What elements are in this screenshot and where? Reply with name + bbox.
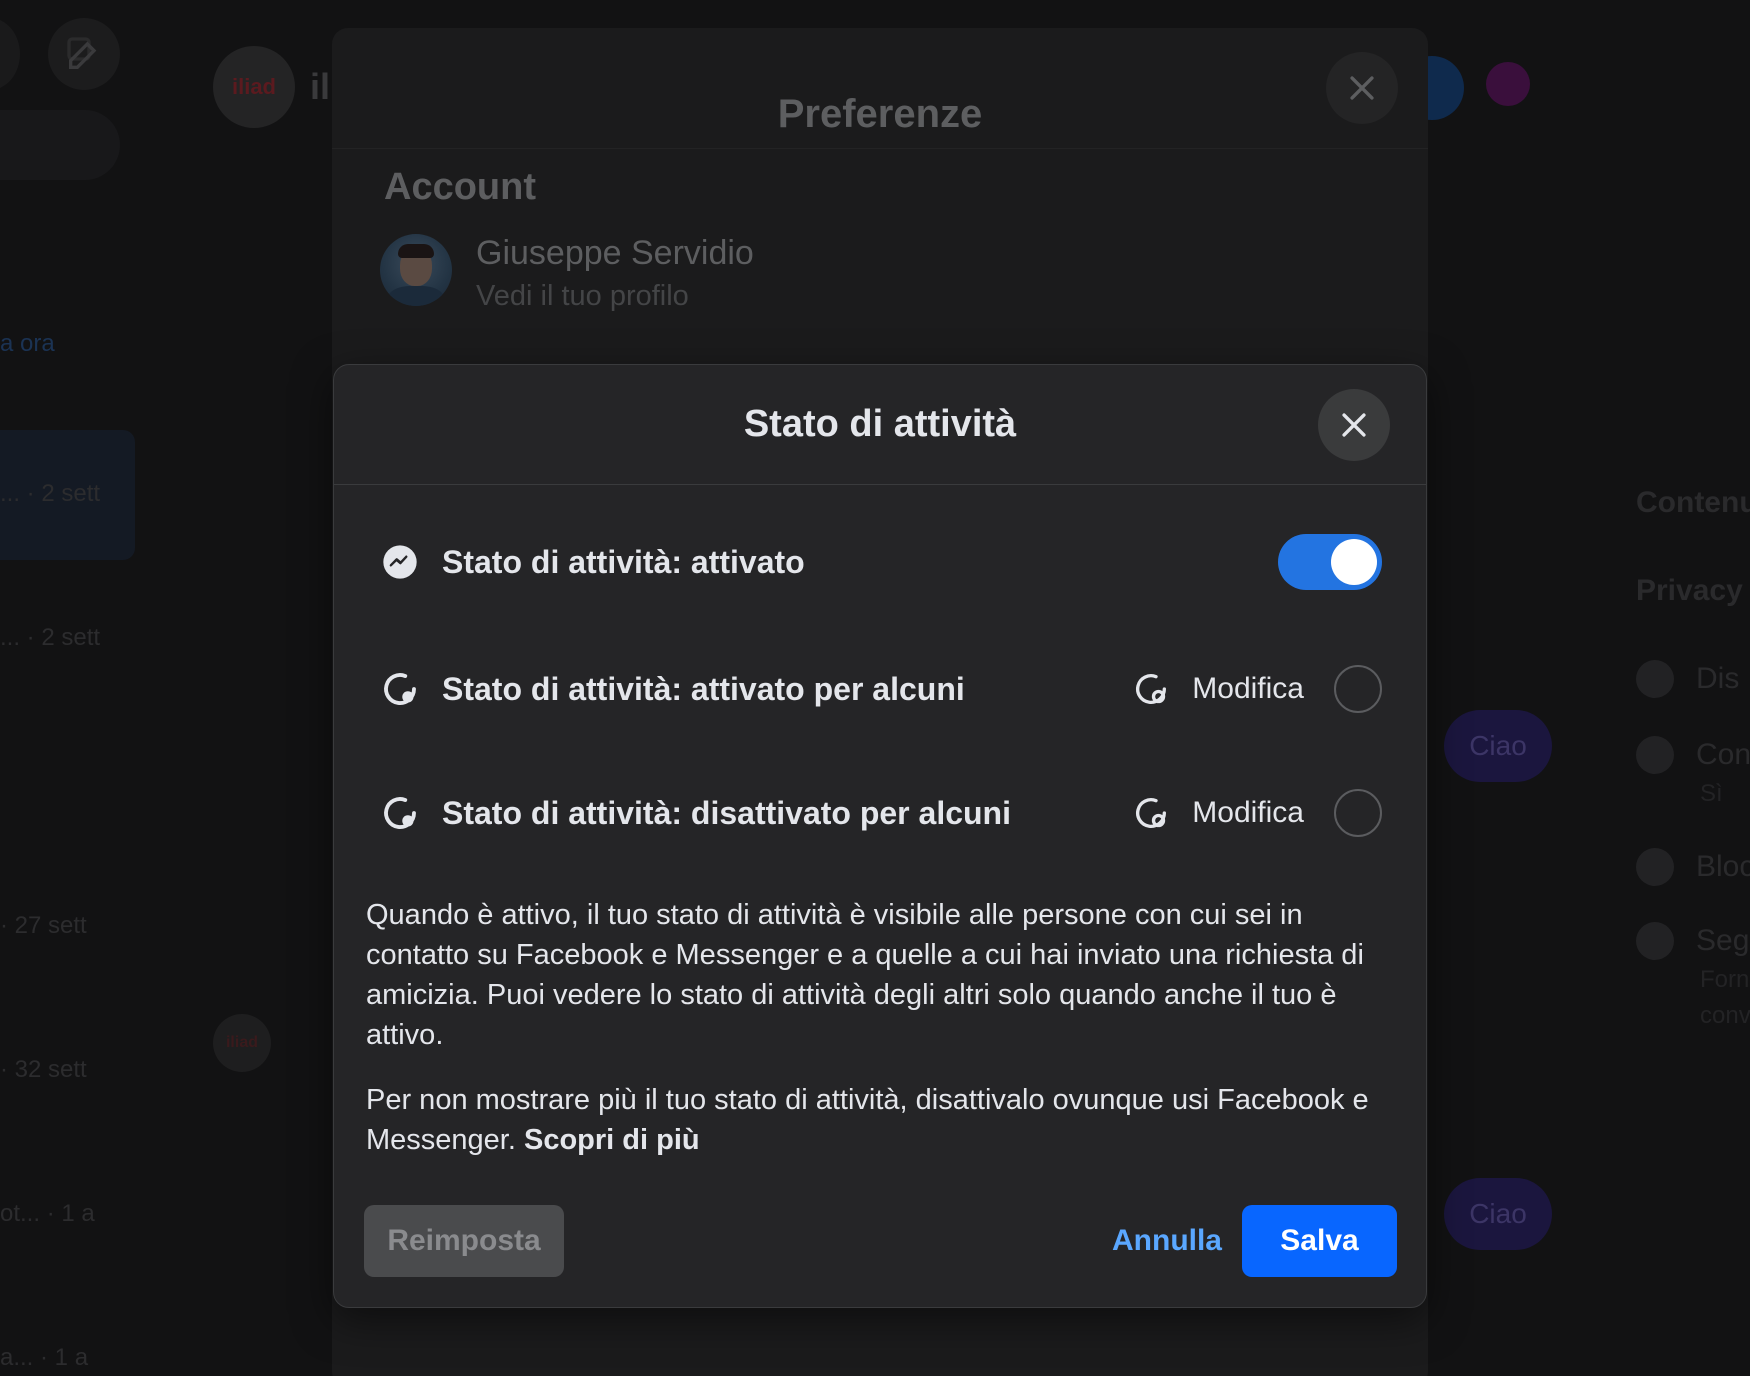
account-name: Giuseppe Servidio	[476, 234, 754, 272]
right-panel-item: Dis	[1636, 660, 1739, 698]
info-button	[1486, 62, 1530, 106]
sidebar-button	[0, 18, 20, 90]
active-status-some-off-row: Stato di attività: disattivato per alcun…	[378, 783, 1382, 843]
chat-time: ... · 2 sett	[0, 624, 101, 651]
description-text-2: Per non mostrare più il tuo stato di att…	[366, 1080, 1394, 1160]
active-status-some-on-label: Stato di attività: attivato per alcuni	[442, 670, 965, 707]
active-status-dialog: Stato di attività Stato di attività: att…	[333, 364, 1427, 1308]
active-status-edit-icon	[1130, 792, 1172, 834]
chat-time: a... · 1 a	[0, 1344, 89, 1371]
edit-button[interactable]: Modifica	[1130, 668, 1304, 710]
preferences-title: Preferenze	[777, 92, 983, 136]
chat-time: · 27 sett	[0, 912, 87, 939]
chat-time: · 32 sett	[0, 1056, 87, 1083]
right-panel-sub: conv	[1700, 1002, 1750, 1029]
active-status-icon	[378, 791, 422, 835]
close-icon	[1342, 413, 1366, 437]
learn-more-link[interactable]: Scopri di più	[524, 1124, 700, 1156]
description-text: Quando è attivo, il tuo stato di attivit…	[366, 899, 1364, 1051]
reset-button[interactable]: Reimposta	[364, 1205, 564, 1277]
active-status-some-on-radio[interactable]	[1334, 665, 1382, 713]
chat-bubble: Ciao	[1444, 710, 1552, 782]
active-status-icon	[378, 667, 422, 711]
account-section-title: Account	[384, 166, 536, 208]
dialog-close-button[interactable]	[1318, 389, 1390, 461]
iliad-avatar-small: iliad	[213, 1014, 271, 1072]
avatar	[380, 234, 452, 306]
right-panel-item: Con	[1636, 736, 1750, 774]
dialog-title: Stato di attività	[743, 403, 1017, 445]
divider	[332, 148, 1428, 149]
description-body: Per non mostrare più il tuo stato di att…	[366, 1084, 1369, 1156]
active-status-toggle[interactable]	[1278, 534, 1382, 590]
edit-label: Modifica	[1192, 672, 1304, 705]
chat-time: ... · 2 sett	[0, 480, 101, 507]
active-status-some-off-radio[interactable]	[1334, 789, 1382, 837]
save-button[interactable]: Salva	[1242, 1205, 1397, 1277]
messenger-icon	[378, 540, 422, 584]
edit-button[interactable]: Modifica	[1130, 792, 1304, 834]
right-panel-item: Seg	[1636, 922, 1749, 960]
right-panel-item: Bloc	[1636, 848, 1750, 886]
block-icon	[1636, 848, 1674, 886]
view-profile-link: Vedi il tuo profilo	[476, 280, 689, 312]
right-panel-section: Contenu	[1636, 486, 1750, 519]
toggle-knob	[1331, 539, 1377, 585]
active-status-some-off-label: Stato di attività: disattivato per alcun…	[442, 794, 1011, 831]
edit-label: Modifica	[1192, 796, 1304, 829]
dialog-header: Stato di attività	[334, 365, 1426, 485]
chat-bubble: Ciao	[1444, 1178, 1552, 1250]
compose-button	[48, 18, 120, 90]
active-status-some-on-row: Stato di attività: attivato per alcuni M…	[378, 659, 1382, 719]
preferences-close-button	[1326, 52, 1398, 124]
compose-icon	[67, 37, 97, 69]
search-field-bg	[0, 110, 120, 180]
active-status-edit-icon	[1130, 668, 1172, 710]
report-icon	[1636, 922, 1674, 960]
right-panel-sub: Forn	[1700, 966, 1750, 993]
right-panel-sub: Sì	[1700, 780, 1723, 807]
active-status-on-label: Stato di attività: attivato	[442, 543, 805, 580]
close-icon	[1350, 76, 1374, 100]
active-status-on-row: Stato di attività: attivato	[378, 532, 1382, 592]
eye-icon	[1636, 736, 1674, 774]
right-panel-section: Privacy	[1636, 574, 1743, 607]
chat-time: ot... · 1 a	[0, 1200, 95, 1227]
chat-time: a ora	[0, 330, 55, 357]
cancel-button[interactable]: Annulla	[1092, 1205, 1242, 1277]
iliad-avatar: iliad	[213, 46, 295, 128]
bell-icon	[1636, 660, 1674, 698]
